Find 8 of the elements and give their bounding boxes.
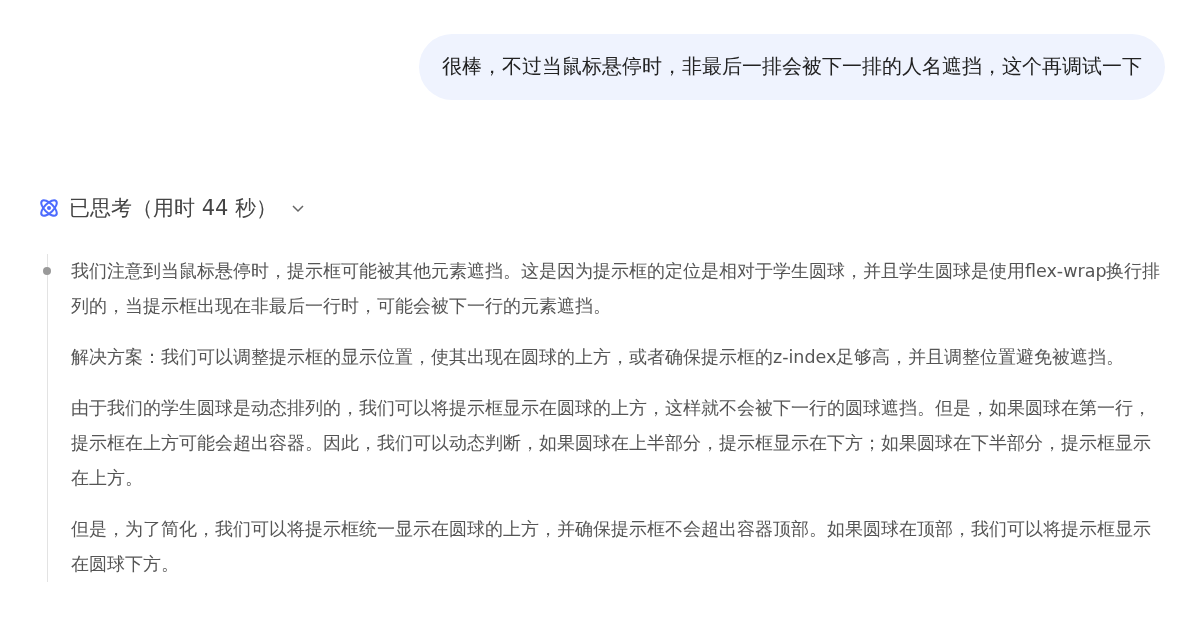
thinking-paragraph: 我们注意到当鼠标悬停时，提示框可能被其他元素遮挡。这是因为提示框的定位是相对于学生圆球，并且学生圆球是使用flex-wrap换行排列的，当提示框出现在非最后一行时，可能会被下一行的元素遮挡。 (71, 260, 1162, 318)
thinking-paragraph: 但是，为了简化，我们可以将提示框统一显示在圆球的上方，并确保提示框不会超出容器顶部。如果圆球在顶部，我们可以将提示框显示在圆球下方。 (71, 518, 1152, 576)
thinking-toggle[interactable]: 已思考（用时 44 秒） (69, 194, 306, 222)
thinking-paragraph: 由于我们的学生圆球是动态排列的，我们可以将提示框显示在圆球的上方，这样就不会被下一行的圆球遮挡。但是，如果圆球在第一行，提示框在上方可能会超出容器。因此，我们可以动态判断，如果圆球在上半部分，提示框显示在下方；如果圆球在下半部分，提示框显示在上方。 (71, 397, 1152, 490)
user-message: 很棒，不过当鼠标悬停时，非最后一排会被下一排的人名遮挡，这个再调试一下 (419, 34, 1165, 100)
atom-icon (37, 196, 61, 220)
bullet-dot (43, 267, 51, 275)
thinking-paragraph: 解决方案：我们可以调整提示框的显示位置，使其出现在圆球的上方，或者确保提示框的z-index足够高，并且调整位置避免被遮挡。 (71, 346, 1126, 369)
